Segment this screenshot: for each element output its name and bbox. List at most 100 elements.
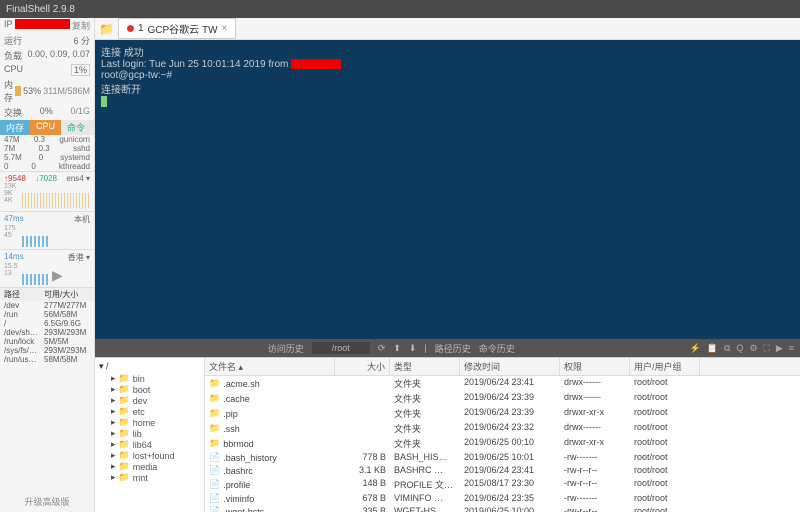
tree-item[interactable]: ▸📁lib64 xyxy=(97,439,202,450)
col-owner[interactable]: 用户/用户组 xyxy=(630,358,700,375)
sidebar: IP复制 运行6 分 负载0.00, 0.09, 0.07 CPU1% 内存53… xyxy=(0,18,95,512)
path-row[interactable]: /run/lock5M/5M xyxy=(0,337,94,346)
ping2-loc-select[interactable]: 香港 ▾ xyxy=(68,252,90,263)
tree-item[interactable]: ▸📁bin xyxy=(97,373,202,384)
uptime-value: 6 分 xyxy=(73,34,90,47)
ping1-loc: 本机 xyxy=(74,214,90,225)
tree-item[interactable]: ▸📁lib xyxy=(97,428,202,439)
play-icon[interactable]: ▶ xyxy=(52,267,63,284)
expand-icon[interactable]: ⛶ xyxy=(764,343,770,354)
load-value: 0.00, 0.09, 0.07 xyxy=(27,49,90,62)
file-manager: ▾ / ▸📁bin▸📁boot▸📁dev▸📁etc▸📁home▸📁lib▸📁li… xyxy=(95,357,800,512)
ip-label: IP xyxy=(4,19,13,32)
path-row[interactable]: /dev277M/277M xyxy=(0,301,94,310)
tab-number: 1 xyxy=(138,23,144,34)
tree-item[interactable]: ▸📁dev xyxy=(97,395,202,406)
term-line: 连接断开 xyxy=(101,81,794,96)
app-title: FinalShell 2.9.8 xyxy=(6,4,75,15)
file-row[interactable]: 📄 .bashrc3.1 KBBASHRC …2019/06/24 23:41-… xyxy=(205,464,800,477)
file-row[interactable]: 📁 .acme.sh文件夹2019/06/24 23:41drwx------r… xyxy=(205,376,800,391)
tree-item[interactable]: ▸📁boot xyxy=(97,384,202,395)
col-date[interactable]: 修改时间 xyxy=(460,358,560,375)
file-row[interactable]: 📄 .profile148 BPROFILE 文…2015/08/17 23:3… xyxy=(205,477,800,492)
path-row[interactable]: /dev/sh…293M/293M xyxy=(0,328,94,337)
file-row[interactable]: 📁 .cache文件夹2019/06/24 23:39drwx------roo… xyxy=(205,391,800,406)
uptime-label: 运行 xyxy=(4,34,22,47)
proc-row: 00kthreadd xyxy=(0,162,94,171)
file-row[interactable]: 📁 .pip文件夹2019/06/24 23:39drwxr-xr-xroot/… xyxy=(205,406,800,421)
col-size[interactable]: 大小 xyxy=(335,358,390,375)
download-icon[interactable]: ⬇ xyxy=(409,343,417,354)
clipboard-icon[interactable]: 📋 xyxy=(707,343,718,354)
redacted-ip xyxy=(291,59,341,69)
net-chart xyxy=(22,183,90,209)
upgrade-link[interactable]: 升级高级版 xyxy=(0,491,94,512)
ping1-chart xyxy=(22,225,90,247)
cursor xyxy=(101,96,107,107)
path-table: 路径可用/大小 /dev277M/277M/run56M/58M/6.5G/9.… xyxy=(0,287,94,364)
ping2-val: 14ms xyxy=(4,252,24,263)
net-if-select[interactable]: ens4 ▾ xyxy=(66,174,90,183)
tree-item[interactable]: ▸📁home xyxy=(97,417,202,428)
path-row[interactable]: /sys/fs/…293M/293M xyxy=(0,346,94,355)
cmd-history[interactable]: 命令历史 xyxy=(479,342,515,355)
term-prompt: root@gcp-tw:~# xyxy=(101,70,794,81)
ip-redacted xyxy=(15,19,70,29)
path-history[interactable]: 路径历史 xyxy=(435,342,471,355)
folder-tree[interactable]: ▾ / ▸📁bin▸📁boot▸📁dev▸📁etc▸📁home▸📁lib▸📁li… xyxy=(95,358,205,512)
gear-icon[interactable]: ⚙ xyxy=(749,343,757,354)
swap-val: 0/1G xyxy=(70,106,90,119)
path-row[interactable]: /6.5G/9.6G xyxy=(0,319,94,328)
tree-item[interactable]: ▸📁mnt xyxy=(97,472,202,483)
refresh-icon[interactable]: ⟳ xyxy=(378,343,386,354)
tree-item[interactable]: ▸📁lost+found xyxy=(97,450,202,461)
copy-icon[interactable]: ⧉ xyxy=(724,343,730,354)
swap-label: 交换 xyxy=(4,106,22,119)
proc-row: 47M0.3gunicorn xyxy=(0,135,94,144)
file-row[interactable]: 📁 .ssh文件夹2019/06/24 23:32drwx------root/… xyxy=(205,421,800,436)
net-up: ↑9548 xyxy=(4,174,26,183)
titlebar: FinalShell 2.9.8 xyxy=(0,0,800,18)
path-row[interactable]: /run56M/58M xyxy=(0,310,94,319)
bolt-icon[interactable]: ⚡ xyxy=(690,343,701,354)
tab-cmd[interactable]: 命令 xyxy=(61,120,91,135)
menu-icon[interactable]: ≡ xyxy=(789,343,794,354)
proc-tabs: 内存 CPU 命令 xyxy=(0,120,94,135)
process-list: 47M0.3gunicorn7M0.3sshd5.7M0systemd00kth… xyxy=(0,135,94,171)
col-name[interactable]: 文件名 ▴ xyxy=(205,358,335,375)
mem-pct: 53% xyxy=(23,86,41,96)
tab-bar: 📁 1 GCP谷歌云 TW × xyxy=(95,18,800,40)
cpu-value: 1% xyxy=(71,64,90,76)
tab-cpu[interactable]: CPU xyxy=(30,120,61,135)
file-row[interactable]: 📄 .bash_history778 BBASH_HIS…2019/06/25 … xyxy=(205,451,800,464)
tab-mem[interactable]: 内存 xyxy=(0,120,30,135)
mem-label: 内存 xyxy=(4,78,13,104)
upload-icon[interactable]: ⬆ xyxy=(393,343,401,354)
paths-hdr-size: 可用/大小 xyxy=(44,289,78,300)
proc-row: 5.7M0systemd xyxy=(0,153,94,162)
ping2-chart: ▶ xyxy=(22,263,90,285)
status-dot-icon xyxy=(127,25,134,32)
session-tab[interactable]: 1 GCP谷歌云 TW × xyxy=(118,18,236,39)
terminal[interactable]: 连接 成功 Last login: Tue Jun 25 10:01:14 20… xyxy=(95,40,800,339)
tree-item[interactable]: ▸📁etc xyxy=(97,406,202,417)
path-row[interactable]: /run/us…58M/58M xyxy=(0,355,94,364)
col-type[interactable]: 类型 xyxy=(390,358,460,375)
current-path[interactable]: /root xyxy=(312,342,370,354)
col-perm[interactable]: 权限 xyxy=(560,358,630,375)
file-row[interactable]: 📁 bbrmod文件夹2019/06/25 00:10drwxr-xr-xroo… xyxy=(205,436,800,451)
folder-icon[interactable]: 📁 xyxy=(99,22,114,36)
close-icon[interactable]: × xyxy=(222,23,228,34)
ping1-val: 47ms xyxy=(4,214,24,225)
visit-history[interactable]: 访问历史 xyxy=(268,342,304,355)
tree-item[interactable]: ▸📁media xyxy=(97,461,202,472)
file-row[interactable]: 📄 .viminfo678 BVIMINFO …2019/06/24 23:35… xyxy=(205,492,800,505)
file-row[interactable]: 📄 .wget-hsts335 BWGET-HS…2019/06/25 10:0… xyxy=(205,505,800,512)
run-icon[interactable]: ▶ xyxy=(776,343,783,354)
search-icon[interactable]: Q xyxy=(736,343,743,354)
net-down: ↓7028 xyxy=(35,174,57,183)
file-list: 文件名 ▴ 大小 类型 修改时间 权限 用户/用户组 📁 .acme.sh文件夹… xyxy=(205,358,800,512)
copy-button[interactable]: 复制 xyxy=(72,19,90,32)
tree-root[interactable]: ▾ / xyxy=(97,360,202,373)
file-list-header[interactable]: 文件名 ▴ 大小 类型 修改时间 权限 用户/用户组 xyxy=(205,358,800,376)
